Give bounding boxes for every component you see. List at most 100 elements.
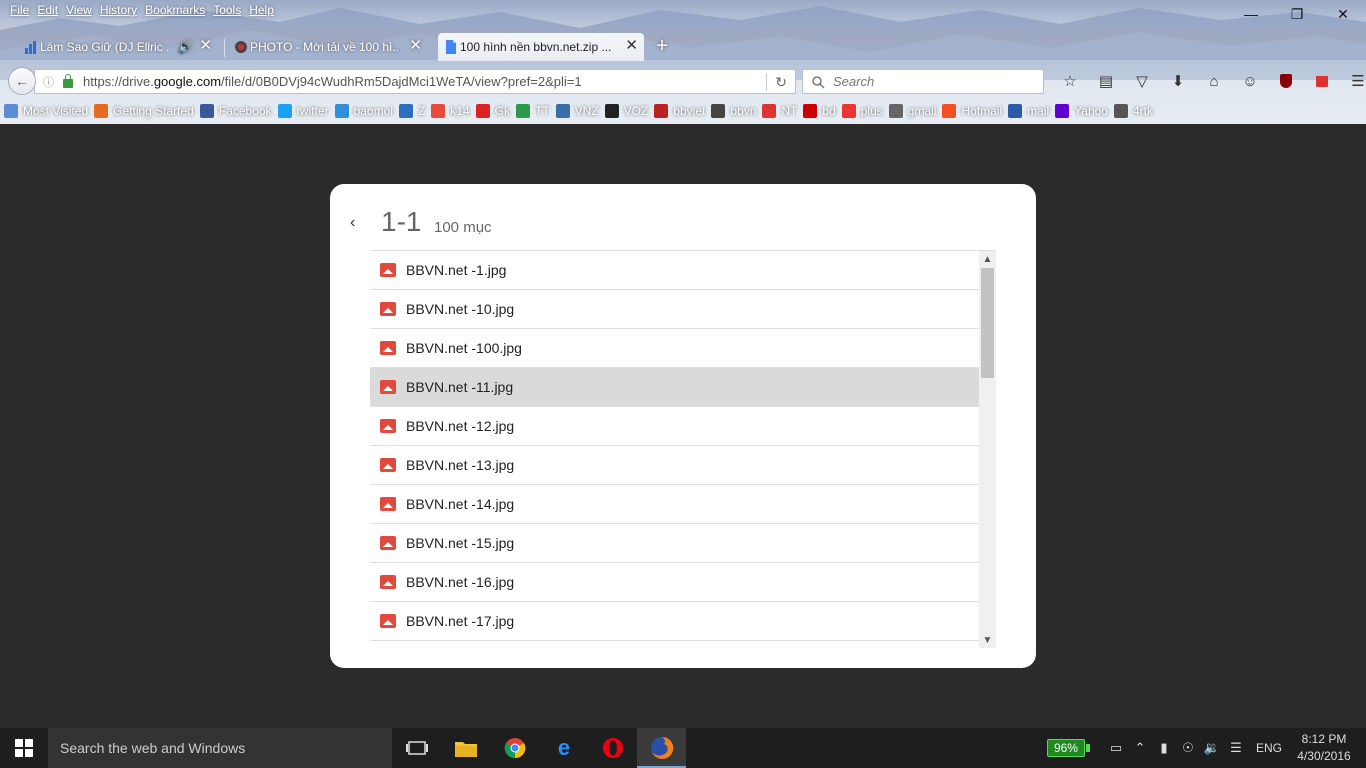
opera-icon[interactable] [588,728,637,768]
edge-icon[interactable]: e [539,728,588,768]
tab-photo[interactable]: PHOTO - Mời tải về 100 hì... ✕ [228,33,428,61]
bookmark-item[interactable]: Z [398,104,425,118]
scroll-up-arrow[interactable]: ▲ [979,251,996,268]
search-box[interactable]: Search [802,69,1044,94]
tab-drive[interactable]: 100 hình nền bbvn.net.zip ... ✕ [438,33,644,61]
bookmark-item[interactable]: TT [515,104,550,118]
bookmark-label: Hotmail [961,104,1003,118]
close-tab-icon[interactable]: ✕ [199,38,212,53]
action-center-icon[interactable]: ☰ [1224,740,1248,756]
volume-icon[interactable]: 🔉 [1200,740,1224,756]
reading-list-icon[interactable]: ▤ [1088,71,1124,91]
restore-button[interactable]: ❐ [1274,0,1320,28]
speaker-icon[interactable]: 🔊 [178,39,194,55]
menu-help[interactable]: Help [245,2,278,20]
minimize-button[interactable]: — [1228,0,1274,28]
pocket-icon[interactable]: ▽ [1124,71,1160,91]
bookmark-item[interactable]: Gk [475,104,510,118]
bookmark-item[interactable]: bbviet [654,104,705,118]
url-bar[interactable]: ⓘ https://drive.google.com/file/d/0B0DVj… [34,69,796,94]
home-icon[interactable]: ⌂ [1196,71,1232,91]
language-indicator[interactable]: ENG [1256,741,1282,755]
taskbar-search[interactable]: Search the web and Windows [48,728,392,768]
bookmark-item[interactable]: twitter [277,104,329,118]
menu-edit[interactable]: Edit [33,2,62,20]
image-file-icon [380,341,396,355]
bookmark-item[interactable]: baomoi [334,104,393,118]
menu-bookmarks[interactable]: Bookmarks [141,2,209,20]
bookmark-item[interactable]: bbvn [711,104,756,118]
file-name: BBVN.net -100.jpg [406,340,522,356]
clock[interactable]: 8:12 PM 4/30/2016 [1296,731,1352,765]
bookmark-item[interactable]: VNZ [555,104,599,118]
image-file-icon [380,419,396,433]
file-row[interactable]: BBVN.net -13.jpg [370,446,979,485]
menu-file[interactable]: File [6,2,33,20]
file-row[interactable]: BBVN.net -12.jpg [370,407,979,446]
battery-saver-icon[interactable]: ▭ [1104,740,1128,756]
bookmark-label: VOZ [623,104,649,118]
bookmark-item[interactable]: mail [1008,104,1049,118]
bookmark-favicon-icon [1055,104,1070,118]
start-button[interactable] [0,728,48,768]
bookmark-star-icon[interactable]: ☆ [1052,71,1088,91]
file-row[interactable]: BBVN.net -16.jpg [370,563,979,602]
close-window-button[interactable]: ✕ [1320,0,1366,28]
file-row[interactable]: BBVN.net -100.jpg [370,329,979,368]
hamburger-menu-icon[interactable]: ☰ [1340,71,1366,91]
bookmark-label: TT [534,104,550,118]
menu-history[interactable]: History [96,2,141,20]
firefox-icon[interactable] [637,728,686,768]
file-row[interactable]: BBVN.net -11.jpg [370,368,979,407]
info-icon[interactable]: ⓘ [43,74,59,90]
task-view-icon[interactable] [392,728,441,768]
downloads-icon[interactable]: ⬇ [1160,71,1196,91]
battery-indicator[interactable]: 96% [1046,739,1090,757]
bookmark-item[interactable]: NT [762,104,797,118]
file-row[interactable]: BBVN.net -1.jpg [370,251,979,290]
file-row[interactable]: BBVN.net -17.jpg [370,602,979,641]
bookmark-item[interactable]: Most Visited [4,104,88,118]
smiley-icon[interactable]: ☺ [1232,71,1268,91]
bookmark-item[interactable]: 4rtk [1113,104,1153,118]
new-tab-button[interactable]: + [652,36,672,56]
padlock-addon-icon[interactable] [1304,71,1340,91]
battery-icon[interactable]: ▮ [1152,740,1176,756]
reload-icon[interactable]: ↻ [766,73,787,91]
chrome-icon[interactable] [490,728,539,768]
file-explorer-icon[interactable] [441,728,490,768]
bookmark-item[interactable]: Getting Started [94,104,194,118]
file-name: BBVN.net -13.jpg [406,457,515,473]
menu-tools[interactable]: Tools [209,2,245,20]
menu-view[interactable]: View [62,2,96,20]
bookmark-item[interactable]: Facebook [199,104,272,118]
file-name: BBVN.net -11.jpg [406,379,514,395]
bookmark-item[interactable]: Yahoo [1055,104,1108,118]
wifi-icon[interactable]: ☉ [1176,740,1200,756]
lock-icon[interactable] [63,73,73,88]
bookmark-label: baomoi [353,104,393,118]
url-text[interactable]: https://drive.google.com/file/d/0B0DVj94… [83,74,582,89]
close-tab-icon[interactable]: ✕ [625,38,638,53]
bookmark-item[interactable]: bd [803,104,836,118]
scrollbar-thumb[interactable] [981,268,994,378]
file-row[interactable]: BBVN.net -15.jpg [370,524,979,563]
search-icon [812,75,825,89]
bookmark-item[interactable]: plus [841,104,883,118]
file-row[interactable]: BBVN.net -14.jpg [370,485,979,524]
scroll-down-arrow[interactable]: ▼ [979,632,996,648]
show-hidden-icons-chevron-up-icon[interactable]: ⌃ [1128,740,1152,756]
bookmark-favicon-icon [888,104,903,118]
bookmark-label: Getting Started [113,104,194,118]
scrollbar[interactable]: ▲ ▼ [979,251,996,648]
back-button[interactable]: ← [8,67,36,95]
chevron-left-icon[interactable]: ‹ [350,214,355,232]
close-tab-icon[interactable]: ✕ [409,38,422,53]
bookmark-item[interactable]: Hotmail [942,104,1002,118]
bookmark-item[interactable]: k14 [431,104,470,118]
file-row[interactable]: BBVN.net -10.jpg [370,290,979,329]
bookmark-item[interactable]: gmail [888,104,936,118]
bookmark-item[interactable]: VOZ [604,104,649,118]
tab-music[interactable]: Làm Sao Giữ (DJ Ellric ... 🔊 ✕ [18,33,218,61]
ublock-icon[interactable] [1268,71,1304,91]
